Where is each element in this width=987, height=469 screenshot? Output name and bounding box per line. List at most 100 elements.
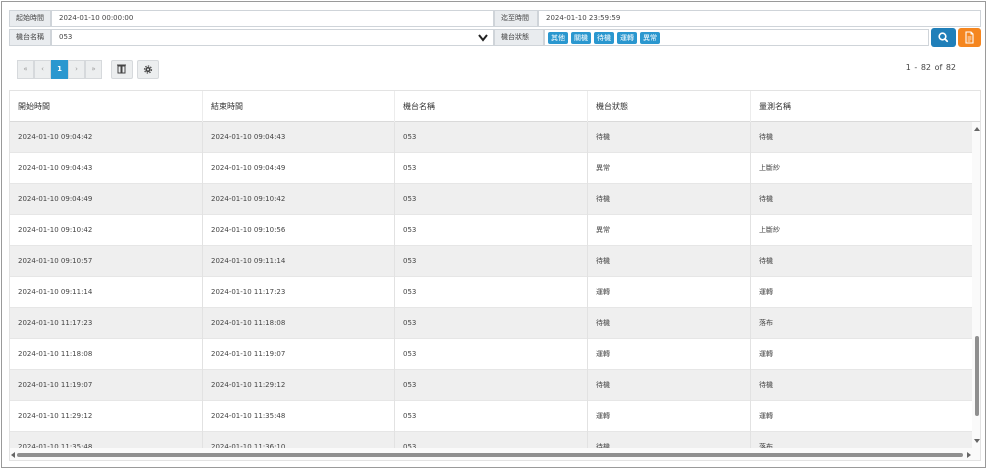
table-row[interactable]: 2024-01-10 11:19:07 2024-01-10 11:29:12 05… xyxy=(10,370,972,401)
cell-measure-name: 上斷紗 xyxy=(759,164,780,172)
pagination: « ‹ 1 › » xyxy=(17,60,102,79)
filter-row-machine: 機台名稱 053 機台狀態 其他 關機 待機 運轉 異常 xyxy=(9,28,981,47)
columns-button[interactable] xyxy=(111,60,133,79)
grid-toolbar: « ‹ 1 › » 1 - 82 of 82 xyxy=(9,57,981,83)
cell-start-time: 2024-01-10 11:29:12 xyxy=(10,401,203,432)
file-export-icon xyxy=(965,31,974,44)
cell-machine-name: 053 xyxy=(395,277,588,308)
table-row[interactable]: 2024-01-10 09:04:49 2024-01-10 09:10:42 05… xyxy=(10,184,972,215)
vertical-scrollbar[interactable] xyxy=(972,122,980,448)
cell-measure-name: 落布 xyxy=(759,319,773,327)
cell-end-time: 2024-01-10 09:04:49 xyxy=(203,153,395,184)
last-page-button[interactable]: » xyxy=(85,60,102,79)
table-row[interactable]: 2024-01-10 11:17:23 2024-01-10 11:18:08 05… xyxy=(10,308,972,339)
table-row[interactable]: 2024-01-10 11:29:12 2024-01-10 11:35:48 05… xyxy=(10,401,972,432)
scroll-up-icon[interactable] xyxy=(974,127,980,131)
scroll-down-icon[interactable] xyxy=(974,439,980,443)
table-row[interactable]: 2024-01-10 09:10:57 2024-01-10 09:11:14 05… xyxy=(10,246,972,277)
vertical-scroll-thumb[interactable] xyxy=(975,336,979,416)
scroll-left-icon[interactable] xyxy=(11,452,15,458)
next-page-button[interactable]: › xyxy=(68,60,85,79)
filter-panel: 起始時間 2024-01-10 00:00:00 迄至時間 2024-01-10… xyxy=(9,10,981,47)
cell-machine-status: 運轉 xyxy=(588,277,751,308)
column-header-machine-name[interactable]: 機台名稱 xyxy=(395,91,588,122)
cell-start-time: 2024-01-10 11:19:07 xyxy=(10,370,203,401)
start-time-label: 起始時間 xyxy=(9,10,51,27)
cell-measure-name: 待機 xyxy=(759,257,773,265)
export-button[interactable] xyxy=(958,28,981,47)
status-chip-other[interactable]: 其他 xyxy=(548,32,568,44)
cell-machine-status: 異常 xyxy=(588,153,751,184)
cell-machine-name: 053 xyxy=(395,339,588,370)
start-time-input[interactable]: 2024-01-10 00:00:00 xyxy=(51,10,494,27)
prev-page-button[interactable]: ‹ xyxy=(34,60,51,79)
cell-machine-name: 053 xyxy=(395,308,588,339)
cell-machine-name: 053 xyxy=(395,215,588,246)
table-row[interactable]: 2024-01-10 09:11:14 2024-01-10 11:17:23 05… xyxy=(10,277,972,308)
table-row[interactable]: 2024-01-10 09:04:42 2024-01-10 09:04:43 05… xyxy=(10,122,972,153)
status-chip-standby[interactable]: 待機 xyxy=(594,32,614,44)
cell-measure-name: 運轉 xyxy=(759,350,773,358)
horizontal-scroll-thumb[interactable] xyxy=(17,453,963,457)
table-row[interactable]: 2024-01-10 09:04:43 2024-01-10 09:04:49 05… xyxy=(10,153,972,184)
settings-button[interactable] xyxy=(137,60,159,79)
search-icon xyxy=(938,32,949,43)
cell-measure-name: 待機 xyxy=(759,381,773,389)
gear-icon xyxy=(143,65,153,74)
cell-end-time: 2024-01-10 09:10:56 xyxy=(203,215,395,246)
cell-end-time: 2024-01-10 11:29:12 xyxy=(203,370,395,401)
table-row[interactable]: 2024-01-10 09:10:42 2024-01-10 09:10:56 05… xyxy=(10,215,972,246)
cell-measure-name: 運轉 xyxy=(759,288,773,296)
first-page-button[interactable]: « xyxy=(17,60,34,79)
status-chip-abnormal[interactable]: 異常 xyxy=(640,32,660,44)
status-chip-group: 其他 關機 待機 運轉 異常 xyxy=(544,29,929,46)
cell-machine-status: 待機 xyxy=(588,184,751,215)
current-page-button[interactable]: 1 xyxy=(51,60,68,79)
horizontal-scrollbar[interactable] xyxy=(10,448,980,460)
machine-name-label: 機台名稱 xyxy=(9,29,51,46)
machine-name-value: 053 xyxy=(59,33,73,41)
scroll-right-icon[interactable] xyxy=(967,452,971,458)
cell-measure-name: 上斷紗 xyxy=(759,226,780,234)
end-time-label: 迄至時間 xyxy=(494,10,538,27)
column-header-machine-status[interactable]: 機台狀態 xyxy=(588,91,751,122)
cell-end-time: 2024-01-10 09:11:14 xyxy=(203,246,395,277)
cell-machine-status: 待機 xyxy=(588,432,751,448)
cell-end-time: 2024-01-10 11:17:23 xyxy=(203,277,395,308)
cell-end-time: 2024-01-10 11:36:10 xyxy=(203,432,395,448)
column-header-measure-name[interactable]: 量測名稱 xyxy=(751,91,980,122)
cell-measure-name: 落布 xyxy=(759,443,773,448)
cell-end-time: 2024-01-10 09:10:42 xyxy=(203,184,395,215)
search-button[interactable] xyxy=(931,28,956,47)
cell-end-time: 2024-01-10 11:19:07 xyxy=(203,339,395,370)
status-chip-off[interactable]: 關機 xyxy=(571,32,591,44)
cell-start-time: 2024-01-10 09:04:49 xyxy=(10,184,203,215)
page-info: 1 - 82 of 82 xyxy=(905,63,956,72)
cell-start-time: 2024-01-10 09:10:57 xyxy=(10,246,203,277)
cell-machine-name: 053 xyxy=(395,432,588,448)
cell-machine-status: 待機 xyxy=(588,308,751,339)
cell-machine-name: 053 xyxy=(395,184,588,215)
cell-machine-status: 運轉 xyxy=(588,339,751,370)
cell-machine-status: 待機 xyxy=(588,122,751,153)
table-row[interactable]: 2024-01-10 11:18:08 2024-01-10 11:19:07 05… xyxy=(10,339,972,370)
grid-body: 2024-01-10 09:04:42 2024-01-10 09:04:43 05… xyxy=(10,122,972,448)
end-time-input[interactable]: 2024-01-10 23:59:59 xyxy=(538,10,981,27)
cell-start-time: 2024-01-10 09:04:43 xyxy=(10,153,203,184)
column-header-end-time[interactable]: 結束時間 xyxy=(203,91,395,122)
cell-measure-name: 待機 xyxy=(759,195,773,203)
status-chip-running[interactable]: 運轉 xyxy=(617,32,637,44)
machine-name-select[interactable]: 053 xyxy=(51,29,494,46)
cell-start-time: 2024-01-10 11:17:23 xyxy=(10,308,203,339)
table-row[interactable]: 2024-01-10 11:35:48 2024-01-10 11:36:10 05… xyxy=(10,432,972,448)
cell-end-time: 2024-01-10 11:18:08 xyxy=(203,308,395,339)
cell-machine-status: 運轉 xyxy=(588,401,751,432)
columns-icon xyxy=(117,64,126,74)
cell-machine-name: 053 xyxy=(395,246,588,277)
data-grid: 開始時間 結束時間 機台名稱 機台狀態 量測名稱 2024-01-10 09:0… xyxy=(9,90,981,461)
cell-start-time: 2024-01-10 09:11:14 xyxy=(10,277,203,308)
cell-start-time: 2024-01-10 09:10:42 xyxy=(10,215,203,246)
cell-machine-name: 053 xyxy=(395,153,588,184)
cell-end-time: 2024-01-10 09:04:43 xyxy=(203,122,395,153)
column-header-start-time[interactable]: 開始時間 xyxy=(10,91,203,122)
